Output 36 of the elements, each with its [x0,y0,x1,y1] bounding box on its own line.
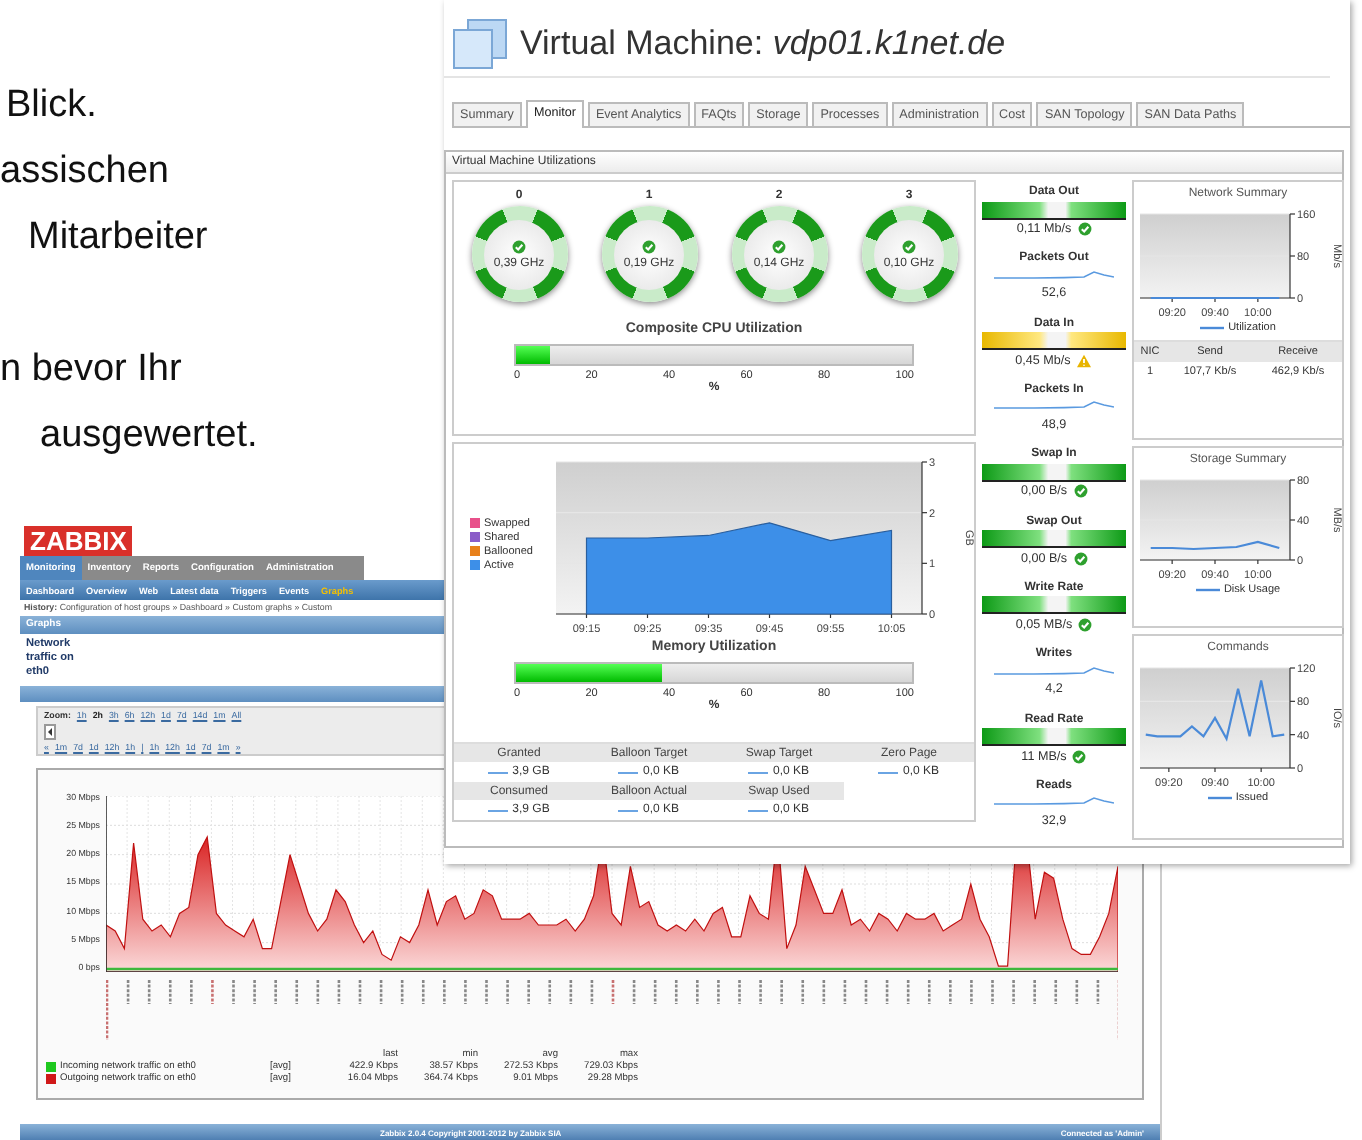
window-stack-icon [452,18,508,70]
gauge-bar [982,332,1126,351]
legend-swatch [470,532,480,542]
legend-swatch [470,518,480,528]
scroll-left-icon [44,723,56,739]
y-axis [1289,213,1296,299]
gauge-bar [982,596,1126,615]
trend-line-icon [878,769,899,775]
page-title: Virtual Machine: vdp01.k1net.de [520,24,1006,64]
legend-swatch [470,546,480,556]
trend-line-icon [488,807,509,813]
gauge-bar [982,530,1126,549]
trend-line-icon [748,769,769,775]
sparkline [994,267,1114,284]
line-swatch-icon [1207,794,1232,802]
trend-line-icon [618,807,639,813]
gauge-bar [982,728,1126,747]
slide-text-line: ausgewertet. [38,412,258,460]
y-axis [1289,479,1296,561]
sparkline [994,398,1114,415]
y-axis [1289,667,1296,769]
trend-line-icon [618,769,639,775]
gauge-bar [982,463,1126,482]
sparkline [994,794,1114,811]
trend-line-icon [488,769,509,775]
sparkline [994,663,1114,680]
line-swatch-icon [1200,324,1225,332]
slide-text-line: Mitarbeiter [26,214,210,262]
slide-text-line: n bevor Ihr [0,346,184,394]
slide-text-line: Blick. [4,82,99,130]
zabbix-logo: ZABBIX [24,526,133,556]
legend-swatch [470,560,480,570]
gauge-bar [982,201,1126,219]
line-swatch-icon [1195,586,1220,594]
slide-text-line: assischen [0,148,171,196]
trend-line-icon [748,807,769,813]
